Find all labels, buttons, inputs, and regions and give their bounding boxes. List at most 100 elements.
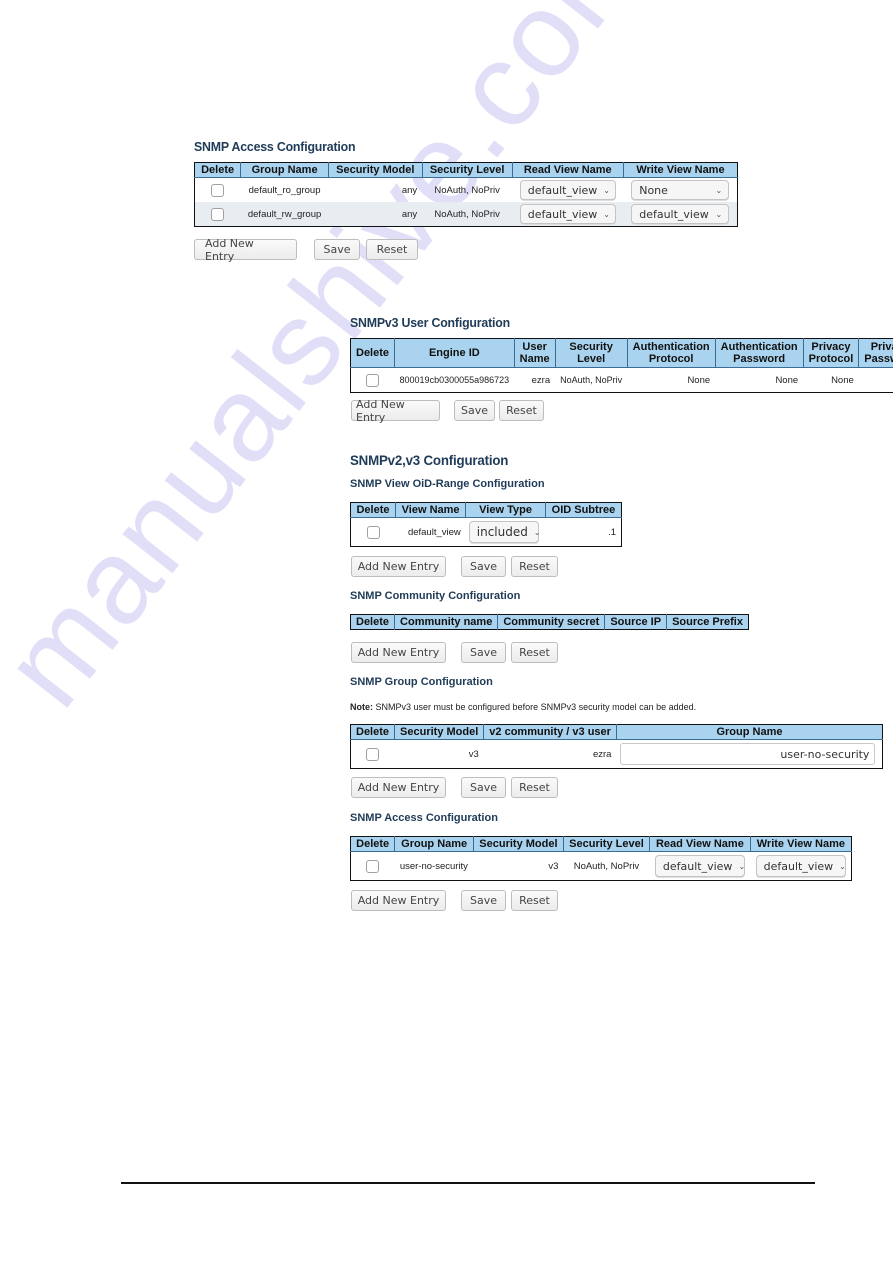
save-button[interactable]: Save [314, 239, 360, 260]
col-v2-community-v3-user: v2 community / v3 user [483, 724, 617, 740]
write-view-select[interactable]: None ⌄ [631, 180, 730, 200]
security-model: any [328, 202, 423, 227]
write-view-select[interactable]: default_view ⌄ [631, 204, 730, 224]
reset-button[interactable]: Reset [511, 890, 558, 911]
table-row: default_rw_group any NoAuth, NoPriv defa… [194, 202, 738, 227]
access-top-buttons: Add New Entry Save Reset [194, 237, 418, 263]
access-bottom-buttons: Add New Entry Save Reset [351, 890, 558, 911]
user-name: ezra [531, 374, 551, 386]
table-header-row: Delete Security Model v2 community / v3 … [350, 724, 883, 740]
col-source-prefix: Source Prefix [666, 614, 749, 630]
add-new-entry-button[interactable]: Add New Entry [351, 890, 446, 911]
add-new-entry-button[interactable]: Add New Entry [351, 556, 446, 577]
table-row: 800019cb0300055a986723 ezra NoAuth, NoPr… [351, 368, 893, 393]
privacy-protocol: None [831, 374, 854, 386]
access-bottom-section: SNMP Access Configuration [350, 812, 498, 824]
section-title: SNMP Access Configuration [350, 812, 498, 824]
reset-button[interactable]: Reset [511, 556, 558, 577]
table-header-row: Delete View Name View Type OID Subtree [350, 502, 622, 518]
table-header-row: Delete Group Name Security Model Securit… [350, 836, 852, 852]
group-name-input[interactable]: user-no-security [620, 743, 876, 765]
table-header-row: Delete Community name Community secret S… [350, 614, 749, 630]
col-delete: Delete [350, 502, 396, 518]
delete-checkbox[interactable] [366, 525, 380, 539]
table-row: user-no-security v3 NoAuth, NoPriv defau… [351, 852, 852, 881]
community-section: SNMP Community Configuration [350, 590, 520, 602]
security-model: v3 [468, 748, 479, 760]
table-row: default_ro_group any NoAuth, NoPriv defa… [195, 178, 738, 203]
delete-checkbox[interactable] [366, 373, 380, 387]
col-privacy-password: PrivacyPassword [858, 338, 893, 368]
reset-button[interactable]: Reset [511, 777, 558, 798]
table-row: v3 ezra user-no-security [351, 740, 883, 769]
delete-checkbox[interactable] [211, 207, 225, 221]
col-auth-protocol: Authentication Protocol [626, 338, 716, 368]
add-new-entry-button[interactable]: Add New Entry [351, 642, 446, 663]
view-type-select[interactable]: included ⌄ [468, 521, 541, 543]
save-button[interactable]: Save [461, 777, 506, 798]
section-title: SNMP Access Configuration [194, 139, 356, 154]
group-note: Note: SNMPv3 user must be configured bef… [350, 702, 696, 712]
group-section: SNMP Group Configuration [350, 676, 493, 688]
col-security-model: Security Model [472, 836, 564, 852]
col-oid-subtree: OID Subtree [544, 502, 622, 518]
col-view-type: View Type [465, 502, 546, 518]
table-header-row: Delete Engine ID User Name Security Level … [350, 338, 893, 368]
chevron-down-icon: ⌄ [533, 527, 541, 537]
community-buttons: Add New Entry Save Reset [351, 642, 558, 663]
add-new-entry-button[interactable]: Add New Entry [194, 237, 297, 263]
v3-user-buttons: Add New Entry Save Reset [351, 398, 544, 424]
col-write-view-name: Write View Name [749, 836, 852, 852]
access-bottom-table: Delete Group Name Security Model Securit… [350, 836, 852, 881]
read-view-value: default_view [527, 183, 598, 197]
view-name: default_view [407, 526, 461, 538]
read-view-value: default_view [527, 207, 598, 221]
col-read-view-name: Read View Name [649, 836, 751, 852]
delete-checkbox[interactable] [366, 859, 380, 873]
community-table: Delete Community name Community secret S… [350, 614, 749, 630]
reset-button[interactable]: Reset [511, 642, 558, 663]
read-view-select[interactable]: default_view ⌄ [654, 855, 746, 877]
view-section: SNMP View OiD-Range Configuration [350, 478, 545, 490]
reset-button[interactable]: Reset [499, 400, 544, 421]
read-view-select[interactable]: default_view ⌄ [519, 204, 616, 224]
save-button[interactable]: Save [461, 890, 506, 911]
col-delete: Delete [350, 614, 395, 630]
col-delete: Delete [194, 162, 241, 178]
section-title: SNMP Group Configuration [350, 676, 493, 688]
save-button[interactable]: Save [461, 556, 506, 577]
add-new-entry-button[interactable]: Add New Entry [351, 398, 440, 424]
col-group-name: Group Name [615, 724, 883, 740]
security-level: NoAuth, NoPriv [573, 860, 640, 872]
reset-button[interactable]: Reset [366, 239, 418, 260]
col-security-level: Security Level [554, 338, 628, 368]
save-button[interactable]: Save [461, 642, 506, 663]
oid-subtree: .1 [608, 526, 616, 538]
write-view-select[interactable]: default_view ⌄ [755, 855, 846, 877]
write-view-value: default_view [639, 207, 709, 221]
group-name: user-no-security [399, 860, 468, 872]
col-read-view-name: Read View Name [511, 162, 624, 178]
delete-checkbox[interactable] [211, 183, 225, 197]
write-view-value: None [639, 183, 668, 197]
col-delete: Delete [350, 338, 395, 368]
view-table: Delete View Name View Type OID Subtree d… [350, 502, 622, 547]
col-write-view-name: Write View Name [622, 162, 738, 178]
chevron-down-icon: ⌄ [715, 209, 723, 219]
chevron-down-icon: ⌄ [738, 861, 746, 871]
col-privacy-protocol: Privacy Protocol [802, 338, 859, 368]
col-auth-password: Authentication Password [714, 338, 804, 368]
delete-checkbox[interactable] [366, 747, 380, 761]
chevron-down-icon: ⌄ [839, 861, 846, 871]
read-view-select[interactable]: default_view ⌄ [519, 180, 616, 200]
v3-user-table: Delete Engine ID User Name Security Level … [350, 338, 893, 393]
col-community-secret: Community secret [497, 614, 605, 630]
add-new-entry-button[interactable]: Add New Entry [351, 777, 446, 798]
col-view-name: View Name [394, 502, 466, 518]
save-button[interactable]: Save [454, 400, 495, 421]
note-text: SNMPv3 user must be configured before SN… [373, 702, 697, 712]
chevron-down-icon: ⌄ [603, 209, 610, 219]
col-group-name: Group Name [240, 162, 329, 178]
col-security-level: Security Level [562, 836, 650, 852]
privacy-password: None [859, 368, 893, 393]
